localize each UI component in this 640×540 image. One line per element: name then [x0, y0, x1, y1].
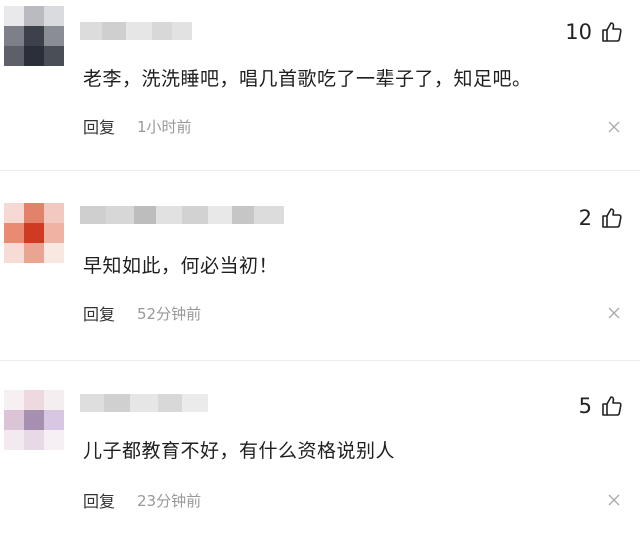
username-blur-block [158, 394, 182, 412]
avatar[interactable] [4, 390, 64, 450]
avatar-pixel [44, 203, 64, 223]
avatar-pixel [4, 410, 24, 430]
comment-item: 10 老李，洗洗睡吧，唱几首歌吃了一辈子了，知足吧。 回复 1小时前 [0, 0, 640, 170]
username-blur-block [172, 22, 192, 40]
like-count: 10 [565, 20, 592, 44]
username-blur-block [106, 206, 134, 224]
timestamp: 1小时前 [137, 117, 192, 136]
avatar-pixel [44, 46, 64, 66]
avatar-pixel [24, 203, 44, 223]
avatar-pixel [24, 223, 44, 243]
thumbs-up-icon [602, 22, 622, 42]
avatar-pixel [24, 390, 44, 410]
close-icon[interactable] [608, 121, 620, 133]
avatar-pixel [4, 430, 24, 450]
close-icon[interactable] [608, 307, 620, 319]
avatar-pixel [44, 223, 64, 243]
reply-button[interactable]: 回复 [83, 301, 115, 325]
avatar-pixel [44, 430, 64, 450]
username-blur-block [80, 394, 104, 412]
username-blur-block [182, 394, 208, 412]
avatar-pixel [4, 390, 24, 410]
avatar-pixel [24, 430, 44, 450]
timestamp: 23分钟前 [137, 491, 202, 510]
divider [0, 360, 640, 361]
avatar-pixel [44, 6, 64, 26]
username-blur-block [156, 206, 182, 224]
avatar-pixel [24, 26, 44, 46]
comment-text: 儿子都教育不好，有什么资格说别人 [83, 440, 396, 462]
comment-meta: 回复 52分钟前 [83, 301, 201, 325]
like-count: 2 [578, 206, 592, 230]
timestamp: 52分钟前 [137, 304, 202, 323]
avatar-pixel [4, 243, 24, 263]
avatar-pixel [24, 243, 44, 263]
avatar-pixel [4, 223, 24, 243]
avatar-pixel [4, 6, 24, 26]
username-blur-block [80, 22, 102, 40]
username-blur-block [134, 206, 156, 224]
thumbs-up-icon [602, 208, 622, 228]
comment-text: 老李，洗洗睡吧，唱几首歌吃了一辈子了，知足吧。 [83, 68, 532, 90]
like-button[interactable]: 10 [565, 20, 624, 44]
avatar-pixel [24, 410, 44, 430]
username-blur-block [152, 22, 172, 40]
avatar[interactable] [4, 6, 64, 66]
username-blurred[interactable] [80, 206, 284, 224]
username-blur-block [102, 22, 126, 40]
comment-text: 早知如此，何必当初！ [83, 255, 279, 277]
comment-meta: 回复 1小时前 [83, 114, 192, 138]
like-button[interactable]: 5 [579, 394, 624, 418]
comment-item: 5 儿子都教育不好，有什么资格说别人 回复 23分钟前 [0, 376, 640, 540]
username-blur-block [80, 206, 106, 224]
avatar-pixel [44, 243, 64, 263]
username-blur-block [130, 394, 158, 412]
like-count: 5 [578, 394, 592, 418]
thumbs-up-icon [602, 396, 622, 416]
avatar-pixel [4, 26, 24, 46]
avatar-pixel [44, 390, 64, 410]
comment-item: 2 早知如此，何必当初！ 回复 52分钟前 [0, 186, 640, 348]
username-blur-block [254, 206, 284, 224]
username-blur-block [208, 206, 232, 224]
like-button[interactable]: 2 [579, 206, 624, 230]
username-blur-block [104, 394, 130, 412]
username-blur-block [232, 206, 254, 224]
username-blur-block [182, 206, 208, 224]
avatar-pixel [24, 6, 44, 26]
username-blur-block [126, 22, 152, 40]
comment-meta: 回复 23分钟前 [83, 488, 201, 512]
avatar-pixel [44, 26, 64, 46]
avatar-pixel [44, 410, 64, 430]
avatar[interactable] [4, 203, 64, 263]
divider [0, 170, 640, 171]
reply-button[interactable]: 回复 [83, 114, 115, 138]
avatar-pixel [4, 203, 24, 223]
username-blurred[interactable] [80, 394, 208, 412]
close-icon[interactable] [608, 494, 620, 506]
username-blurred[interactable] [80, 22, 192, 40]
avatar-pixel [4, 46, 24, 66]
avatar-pixel [24, 46, 44, 66]
reply-button[interactable]: 回复 [83, 488, 115, 512]
